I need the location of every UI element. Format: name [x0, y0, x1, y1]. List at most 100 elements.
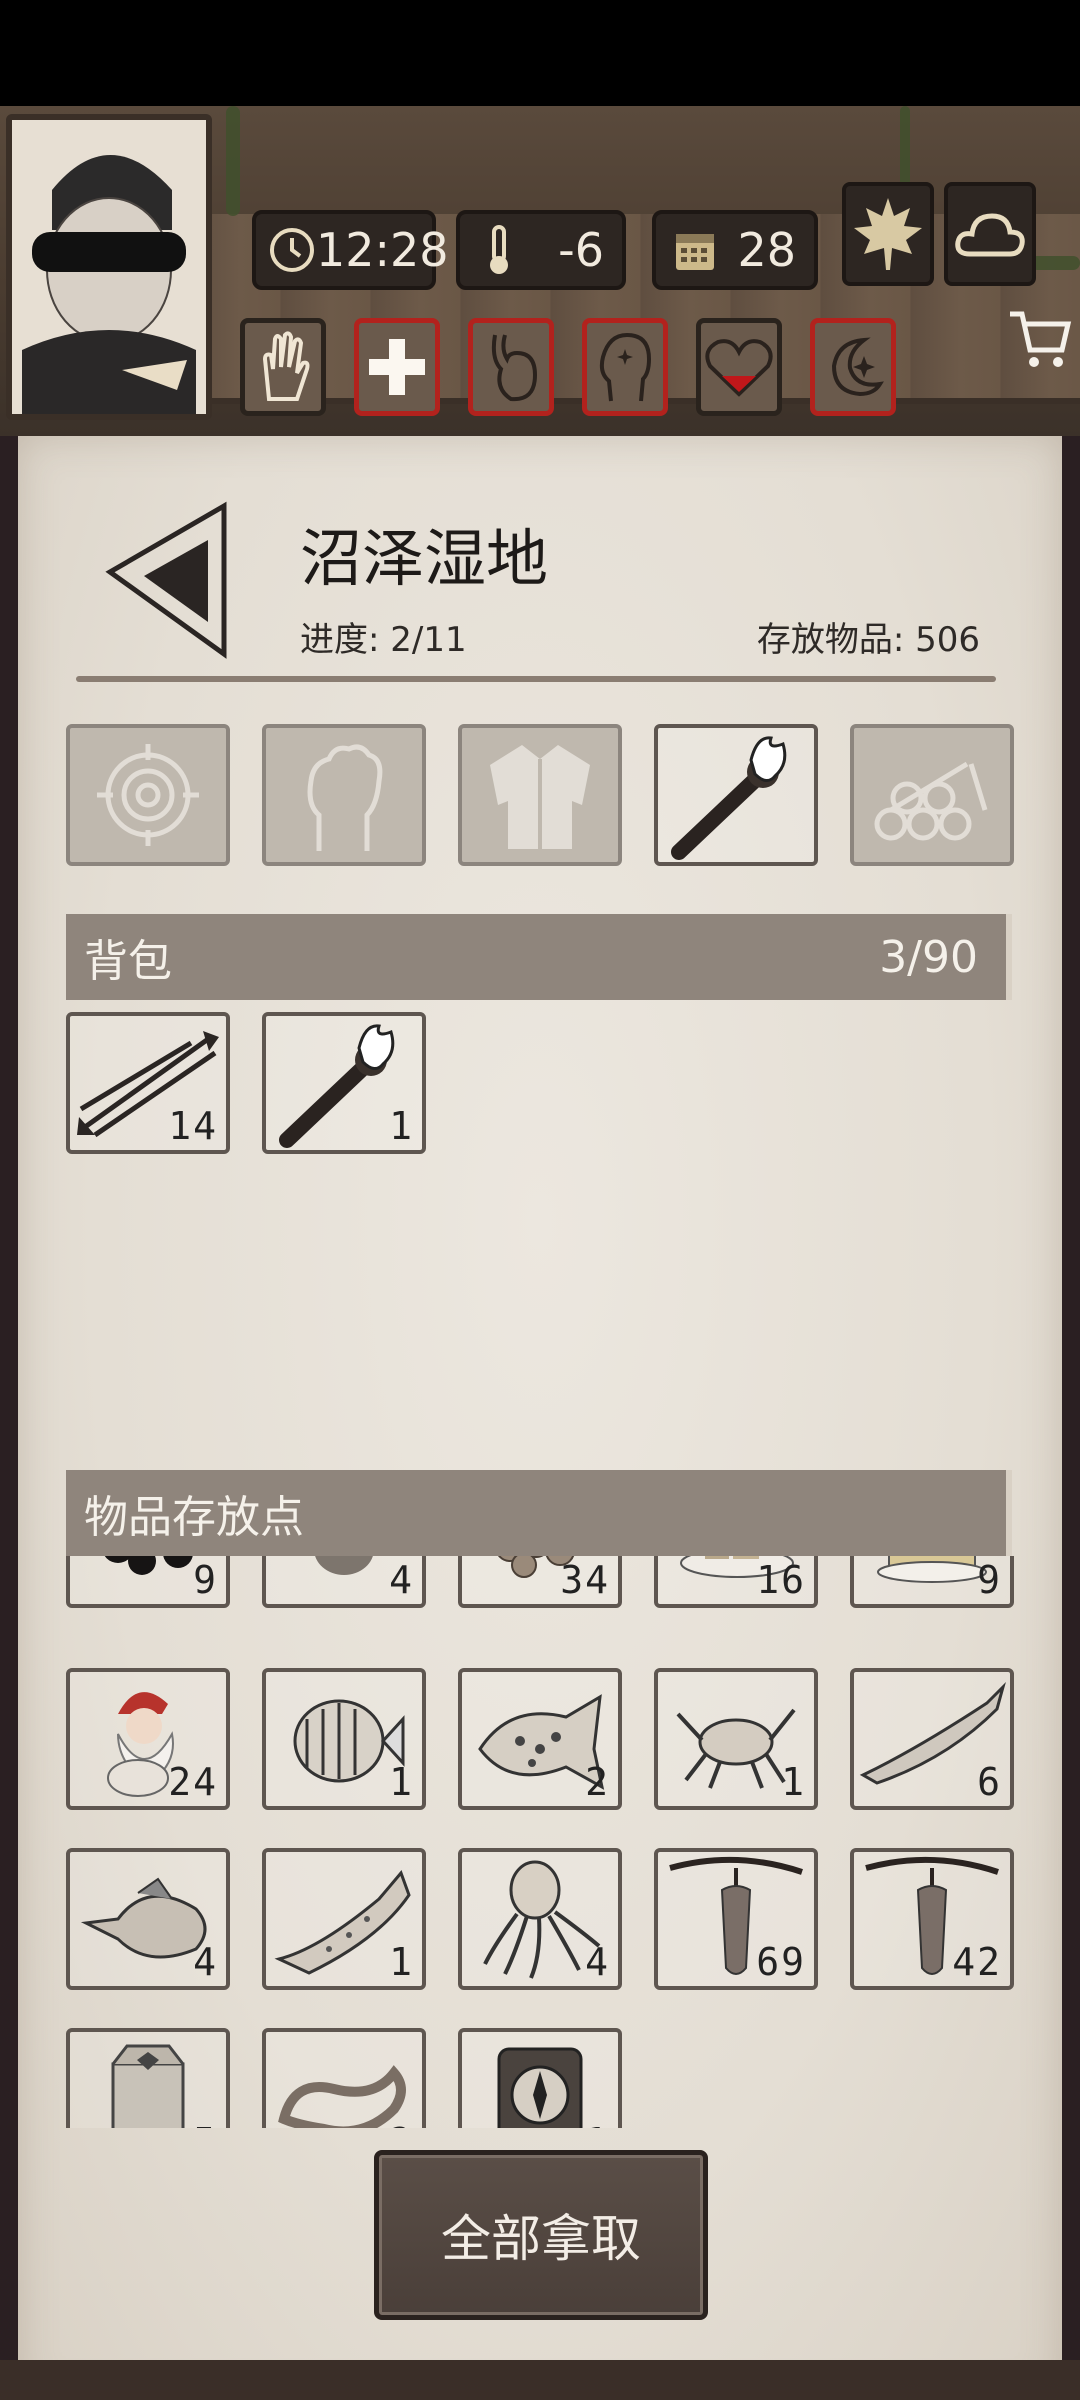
storage-item[interactable]: 9 [66, 1556, 230, 1608]
storage-item[interactable]: 1 [458, 2028, 622, 2128]
header-divider [76, 676, 996, 682]
storage-item[interactable]: 4 [66, 1848, 230, 1990]
status-mind[interactable] [582, 318, 668, 416]
berries-icon [104, 1556, 193, 1575]
compass-icon [497, 2047, 583, 2128]
storage-item[interactable]: 4 [458, 1848, 622, 1990]
storage-item[interactable]: 1 [654, 1668, 818, 1810]
temperature-display: -6 [456, 210, 626, 290]
stored-items-label: 存放物品: 506 [756, 620, 980, 660]
take-all-button[interactable]: 全部拿取 [374, 2150, 708, 2320]
equip-logs-slot[interactable] [850, 724, 1014, 866]
storage-label: 物品存放点 [84, 1492, 304, 1543]
equip-fist-slot[interactable] [262, 724, 426, 866]
storage-item[interactable]: 69 [654, 1848, 818, 1990]
item-count: 34 [560, 1558, 610, 1602]
back-arrow-icon [105, 501, 227, 659]
item-count: 2 [585, 1760, 610, 1804]
vine-decoration [1030, 256, 1080, 270]
calendar-icon [668, 223, 722, 277]
item-count: 4 [193, 1940, 218, 1984]
item-count: 1 [585, 2120, 610, 2128]
backpack-header: 背包 3/90 [66, 914, 1012, 1000]
maple-leaf-icon [854, 198, 922, 270]
cloud-icon [955, 213, 1025, 257]
status-hunger[interactable] [468, 318, 554, 416]
backpack-label: 背包 [84, 936, 172, 987]
backpack-item[interactable]: 14 [66, 1012, 230, 1154]
item-count: 4 [585, 1940, 610, 1984]
item-count: 14 [168, 1104, 218, 1148]
logs-icon [874, 761, 988, 841]
season-button[interactable] [842, 182, 934, 286]
heart-icon [705, 339, 773, 397]
item-count: 9 [977, 1558, 1002, 1602]
player-avatar[interactable] [6, 114, 212, 420]
progress-label: 进度: 2/11 [300, 620, 467, 660]
item-count: 1 [389, 1940, 414, 1984]
hand-bandage-icon [262, 331, 310, 401]
stomach-icon [491, 334, 538, 402]
equip-torch-slot[interactable] [654, 724, 818, 866]
item-count: 9 [193, 1558, 218, 1602]
jacket-icon [490, 745, 590, 849]
storage-item[interactable]: 5 [66, 2028, 230, 2128]
storage-item[interactable]: 2 [458, 1668, 622, 1810]
status-bandage[interactable] [240, 318, 326, 416]
vine-decoration [900, 106, 910, 186]
item-count: 5 [193, 2120, 218, 2128]
storage-grid[interactable]: 9 4 34 16 9 24 1 2 1 6 4 1 4 69 42 [60, 1556, 1020, 2128]
fist-icon [307, 744, 383, 851]
storage-header: 物品存放点 [66, 1470, 1012, 1556]
storage-item[interactable]: 9 [850, 1556, 1014, 1608]
storage-item[interactable]: 4 [262, 1556, 426, 1608]
item-count: 1 [389, 1104, 414, 1148]
backpack-capacity: 3/90 [879, 931, 978, 983]
storage-item[interactable]: 24 [66, 1668, 230, 1810]
torch-icon [671, 736, 787, 860]
day-value: 28 [737, 223, 796, 277]
box-icon [111, 2044, 185, 2128]
item-count: 6 [977, 1760, 1002, 1804]
storage-item[interactable]: 16 [654, 1556, 818, 1608]
thermometer-icon [472, 223, 526, 277]
moon-star-icon [831, 337, 884, 397]
item-count: 1 [781, 1760, 806, 1804]
temperature-value: -6 [558, 223, 604, 277]
clock-icon [268, 223, 316, 277]
item-count: 1 [389, 1760, 414, 1804]
time-display: 12:28 [252, 210, 449, 290]
weather-button[interactable] [944, 182, 1036, 286]
item-count: 2 [389, 2120, 414, 2128]
item-count: 42 [952, 1940, 1002, 1984]
location-title: 沼泽湿地 [300, 522, 549, 595]
item-count: 16 [756, 1558, 806, 1602]
target-icon [97, 744, 199, 846]
storage-item[interactable]: 6 [850, 1668, 1014, 1810]
storage-item[interactable]: 2 [262, 2028, 426, 2128]
equip-clothing-slot[interactable] [458, 724, 622, 866]
item-count: 24 [168, 1760, 218, 1804]
status-sleep[interactable] [810, 318, 896, 416]
storage-item[interactable]: 1 [262, 1668, 426, 1810]
shop-cart-button[interactable] [1006, 306, 1074, 374]
bottom-frame [0, 2360, 1080, 2400]
rope-icon [278, 2065, 406, 2128]
storage-item[interactable]: 34 [458, 1556, 622, 1608]
storage-item[interactable]: 42 [850, 1848, 1014, 1990]
time-value: 12:28 [316, 223, 449, 277]
backpack-item[interactable]: 1 [262, 1012, 426, 1154]
health-cross-icon [369, 339, 425, 395]
vine-decoration [226, 106, 240, 216]
equip-target-slot[interactable] [66, 724, 230, 866]
status-heart[interactable] [696, 318, 782, 416]
back-button[interactable] [100, 500, 240, 660]
item-count: 69 [756, 1940, 806, 1984]
egg-icon [315, 1556, 373, 1575]
day-display: 28 [652, 210, 818, 290]
status-health[interactable] [354, 318, 440, 416]
take-all-label: 全部拿取 [441, 2210, 641, 2268]
storage-item[interactable]: 1 [262, 1848, 426, 1990]
head-icon [599, 332, 652, 402]
shopping-cart-icon [1010, 311, 1072, 367]
